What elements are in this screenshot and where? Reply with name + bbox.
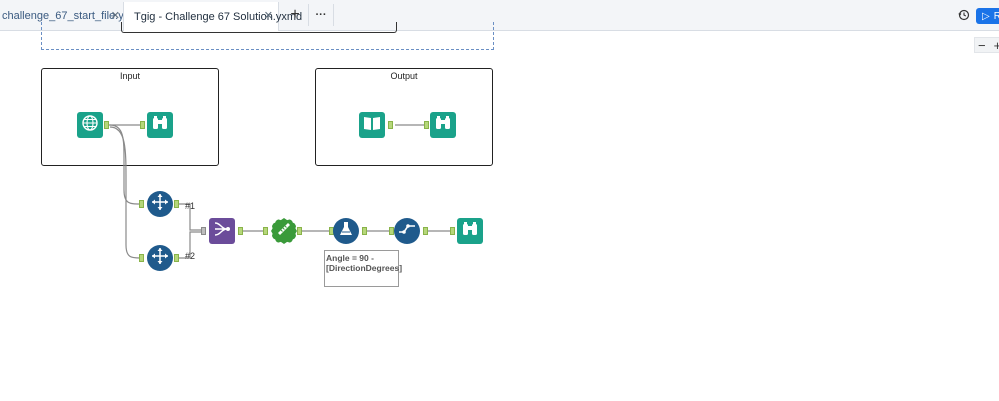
output-anchor[interactable]	[423, 227, 428, 235]
globe-icon	[81, 114, 99, 137]
output-data-tool[interactable]	[359, 112, 385, 138]
book-icon	[363, 115, 381, 136]
connection-label-1: #1	[185, 201, 196, 211]
connection-label-2: #2	[185, 251, 196, 261]
binoculars-icon	[461, 221, 479, 242]
browse-tool[interactable]	[457, 218, 483, 244]
input-anchor[interactable]	[450, 227, 455, 235]
output-anchor[interactable]	[174, 254, 179, 262]
output-anchor[interactable]	[362, 227, 367, 235]
output-anchor[interactable]	[297, 227, 302, 235]
line-tool[interactable]	[394, 218, 420, 244]
output-anchor[interactable]	[104, 121, 109, 129]
input-anchor[interactable]	[139, 200, 144, 208]
spatial-tool-2[interactable]	[147, 245, 173, 271]
line-chart-icon	[398, 222, 416, 241]
flask-icon	[338, 221, 354, 242]
input-anchor[interactable]	[139, 254, 144, 262]
output-anchor[interactable]	[174, 200, 179, 208]
input-data-tool[interactable]	[77, 112, 103, 138]
binoculars-icon	[151, 115, 169, 136]
browse-tool[interactable]	[430, 112, 456, 138]
formula-tool[interactable]	[333, 218, 359, 244]
formula-annotation: Angle = 90 - [DirectionDegrees]	[324, 250, 402, 287]
move-arrows-icon	[151, 193, 169, 216]
output-anchor[interactable]	[238, 227, 243, 235]
input-anchor[interactable]	[424, 121, 429, 129]
input-anchor[interactable]	[140, 121, 145, 129]
browse-tool[interactable]	[147, 112, 173, 138]
input-anchor[interactable]	[201, 227, 206, 235]
union-icon	[213, 220, 231, 243]
binoculars-icon	[434, 115, 452, 136]
output-anchor[interactable]	[388, 121, 393, 129]
union-tool[interactable]	[209, 218, 235, 244]
input-anchor[interactable]	[263, 227, 268, 235]
ruler-icon	[276, 221, 292, 242]
move-arrows-icon	[151, 247, 169, 270]
spatial-tool-1[interactable]	[147, 191, 173, 217]
